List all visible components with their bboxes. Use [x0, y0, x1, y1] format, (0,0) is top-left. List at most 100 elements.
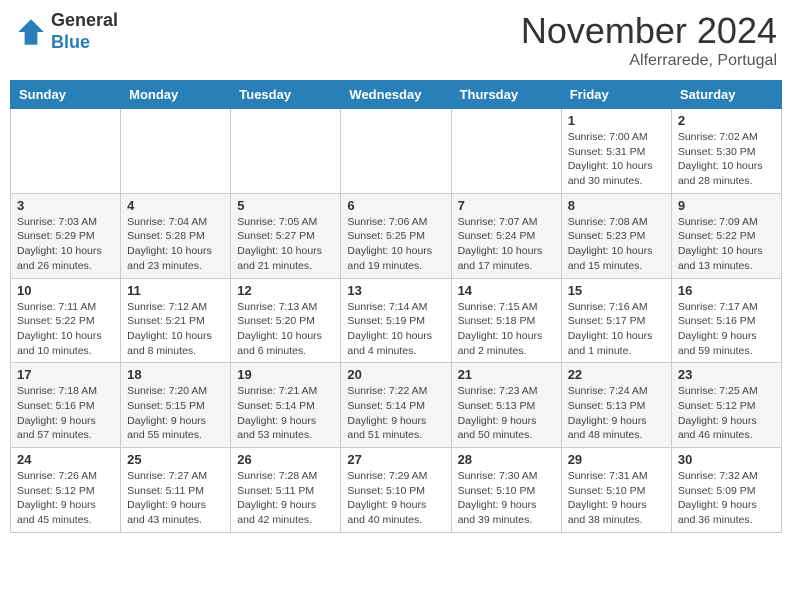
calendar-cell: 30 Sunrise: 7:32 AM Sunset: 5:09 PM Dayli… [671, 448, 781, 533]
day-number: 23 [678, 367, 775, 382]
day-info: Sunrise: 7:32 AM Sunset: 5:09 PM Dayligh… [678, 469, 775, 528]
day-info: Sunrise: 7:28 AM Sunset: 5:11 PM Dayligh… [237, 469, 334, 528]
calendar-cell: 26Sunrise: 7:28 AM Sunset: 5:11 PM Dayli… [231, 448, 341, 533]
calendar-cell [341, 109, 451, 194]
logo-icon [15, 16, 47, 48]
calendar-cell: 28 Sunrise: 7:30 AM Sunset: 5:10 PM Dayli… [451, 448, 561, 533]
day-info: Sunrise: 7:23 AM Sunset: 5:13 PM Dayligh… [458, 384, 555, 443]
day-info: Sunrise: 7:18 AM Sunset: 5:16 PM Dayligh… [17, 384, 114, 443]
day-number: 18 [127, 367, 224, 382]
day-number: 14 [458, 283, 555, 298]
calendar-cell: 15 Sunrise: 7:16 AM Sunset: 5:17 PM Dayli… [561, 278, 671, 363]
calendar-cell: 2Sunrise: 7:02 AM Sunset: 5:30 PM Daylig… [671, 109, 781, 194]
calendar-cell: 14 Sunrise: 7:15 AM Sunset: 5:18 PM Dayli… [451, 278, 561, 363]
page-header: General Blue November 2024 Alferrarede, … [10, 10, 782, 70]
calendar-cell: 5Sunrise: 7:05 AM Sunset: 5:27 PM Daylig… [231, 193, 341, 278]
day-number: 30 [678, 452, 775, 467]
calendar-cell: 23 Sunrise: 7:25 AM Sunset: 5:12 PM Dayli… [671, 363, 781, 448]
day-number: 15 [568, 283, 665, 298]
calendar-table: SundayMondayTuesdayWednesdayThursdayFrid… [10, 80, 782, 533]
calendar-cell: 3Sunrise: 7:03 AM Sunset: 5:29 PM Daylig… [11, 193, 121, 278]
week-row-3: 17 Sunrise: 7:18 AM Sunset: 5:16 PM Dayli… [11, 363, 782, 448]
day-info: Sunrise: 7:08 AM Sunset: 5:23 PM Dayligh… [568, 215, 665, 274]
calendar-cell: 24Sunrise: 7:26 AM Sunset: 5:12 PM Dayli… [11, 448, 121, 533]
day-number: 5 [237, 198, 334, 213]
day-info: Sunrise: 7:09 AM Sunset: 5:22 PM Dayligh… [678, 215, 775, 274]
day-number: 6 [347, 198, 444, 213]
calendar-cell [231, 109, 341, 194]
day-info: Sunrise: 7:17 AM Sunset: 5:16 PM Dayligh… [678, 300, 775, 359]
calendar-cell: 10 Sunrise: 7:11 AM Sunset: 5:22 PM Dayli… [11, 278, 121, 363]
weekday-header-row: SundayMondayTuesdayWednesdayThursdayFrid… [11, 81, 782, 109]
calendar-cell: 1Sunrise: 7:00 AM Sunset: 5:31 PM Daylig… [561, 109, 671, 194]
day-info: Sunrise: 7:22 AM Sunset: 5:14 PM Dayligh… [347, 384, 444, 443]
calendar-cell: 18Sunrise: 7:20 AM Sunset: 5:15 PM Dayli… [121, 363, 231, 448]
logo: General Blue [15, 10, 118, 53]
day-number: 7 [458, 198, 555, 213]
calendar-cell: 16 Sunrise: 7:17 AM Sunset: 5:16 PM Dayli… [671, 278, 781, 363]
location: Alferrarede, Portugal [521, 52, 777, 70]
day-info: Sunrise: 7:11 AM Sunset: 5:22 PM Dayligh… [17, 300, 114, 359]
calendar-cell: 20 Sunrise: 7:22 AM Sunset: 5:14 PM Dayli… [341, 363, 451, 448]
logo-text: General Blue [51, 10, 118, 53]
day-info: Sunrise: 7:29 AM Sunset: 5:10 PM Dayligh… [347, 469, 444, 528]
logo-general: General [51, 10, 118, 32]
day-info: Sunrise: 7:07 AM Sunset: 5:24 PM Dayligh… [458, 215, 555, 274]
day-number: 8 [568, 198, 665, 213]
month-title: November 2024 [521, 10, 777, 52]
day-info: Sunrise: 7:16 AM Sunset: 5:17 PM Dayligh… [568, 300, 665, 359]
day-info: Sunrise: 7:12 AM Sunset: 5:21 PM Dayligh… [127, 300, 224, 359]
calendar-cell: 11 Sunrise: 7:12 AM Sunset: 5:21 PM Dayli… [121, 278, 231, 363]
day-number: 20 [347, 367, 444, 382]
day-number: 12 [237, 283, 334, 298]
day-info: Sunrise: 7:15 AM Sunset: 5:18 PM Dayligh… [458, 300, 555, 359]
day-info: Sunrise: 7:06 AM Sunset: 5:25 PM Dayligh… [347, 215, 444, 274]
day-info: Sunrise: 7:24 AM Sunset: 5:13 PM Dayligh… [568, 384, 665, 443]
day-info: Sunrise: 7:00 AM Sunset: 5:31 PM Dayligh… [568, 130, 665, 189]
day-info: Sunrise: 7:14 AM Sunset: 5:19 PM Dayligh… [347, 300, 444, 359]
day-number: 21 [458, 367, 555, 382]
day-info: Sunrise: 7:26 AM Sunset: 5:12 PM Dayligh… [17, 469, 114, 528]
calendar-cell: 6 Sunrise: 7:06 AM Sunset: 5:25 PM Daylig… [341, 193, 451, 278]
weekday-header-friday: Friday [561, 81, 671, 109]
day-number: 13 [347, 283, 444, 298]
day-number: 10 [17, 283, 114, 298]
calendar-cell: 25 Sunrise: 7:27 AM Sunset: 5:11 PM Dayli… [121, 448, 231, 533]
day-info: Sunrise: 7:25 AM Sunset: 5:12 PM Dayligh… [678, 384, 775, 443]
day-info: Sunrise: 7:13 AM Sunset: 5:20 PM Dayligh… [237, 300, 334, 359]
calendar-cell: 22Sunrise: 7:24 AM Sunset: 5:13 PM Dayli… [561, 363, 671, 448]
day-number: 28 [458, 452, 555, 467]
week-row-0: 1Sunrise: 7:00 AM Sunset: 5:31 PM Daylig… [11, 109, 782, 194]
calendar-cell [11, 109, 121, 194]
calendar-cell: 19 Sunrise: 7:21 AM Sunset: 5:14 PM Dayli… [231, 363, 341, 448]
week-row-2: 10 Sunrise: 7:11 AM Sunset: 5:22 PM Dayli… [11, 278, 782, 363]
day-number: 11 [127, 283, 224, 298]
day-number: 27 [347, 452, 444, 467]
day-number: 17 [17, 367, 114, 382]
day-info: Sunrise: 7:21 AM Sunset: 5:14 PM Dayligh… [237, 384, 334, 443]
day-number: 3 [17, 198, 114, 213]
day-number: 16 [678, 283, 775, 298]
calendar-cell: 13 Sunrise: 7:14 AM Sunset: 5:19 PM Dayli… [341, 278, 451, 363]
calendar-cell: 7 Sunrise: 7:07 AM Sunset: 5:24 PM Daylig… [451, 193, 561, 278]
calendar-cell: 4Sunrise: 7:04 AM Sunset: 5:28 PM Daylig… [121, 193, 231, 278]
calendar-cell [451, 109, 561, 194]
calendar-cell: 12 Sunrise: 7:13 AM Sunset: 5:20 PM Dayli… [231, 278, 341, 363]
weekday-header-tuesday: Tuesday [231, 81, 341, 109]
day-info: Sunrise: 7:27 AM Sunset: 5:11 PM Dayligh… [127, 469, 224, 528]
day-number: 9 [678, 198, 775, 213]
logo-blue: Blue [51, 32, 118, 54]
calendar-cell: 8 Sunrise: 7:08 AM Sunset: 5:23 PM Daylig… [561, 193, 671, 278]
day-info: Sunrise: 7:02 AM Sunset: 5:30 PM Dayligh… [678, 130, 775, 189]
day-info: Sunrise: 7:31 AM Sunset: 5:10 PM Dayligh… [568, 469, 665, 528]
calendar-cell: 27 Sunrise: 7:29 AM Sunset: 5:10 PM Dayli… [341, 448, 451, 533]
title-block: November 2024 Alferrarede, Portugal [521, 10, 777, 70]
day-number: 19 [237, 367, 334, 382]
calendar-cell: 29Sunrise: 7:31 AM Sunset: 5:10 PM Dayli… [561, 448, 671, 533]
day-info: Sunrise: 7:04 AM Sunset: 5:28 PM Dayligh… [127, 215, 224, 274]
week-row-4: 24Sunrise: 7:26 AM Sunset: 5:12 PM Dayli… [11, 448, 782, 533]
day-number: 25 [127, 452, 224, 467]
calendar-cell: 21 Sunrise: 7:23 AM Sunset: 5:13 PM Dayli… [451, 363, 561, 448]
day-info: Sunrise: 7:30 AM Sunset: 5:10 PM Dayligh… [458, 469, 555, 528]
weekday-header-monday: Monday [121, 81, 231, 109]
